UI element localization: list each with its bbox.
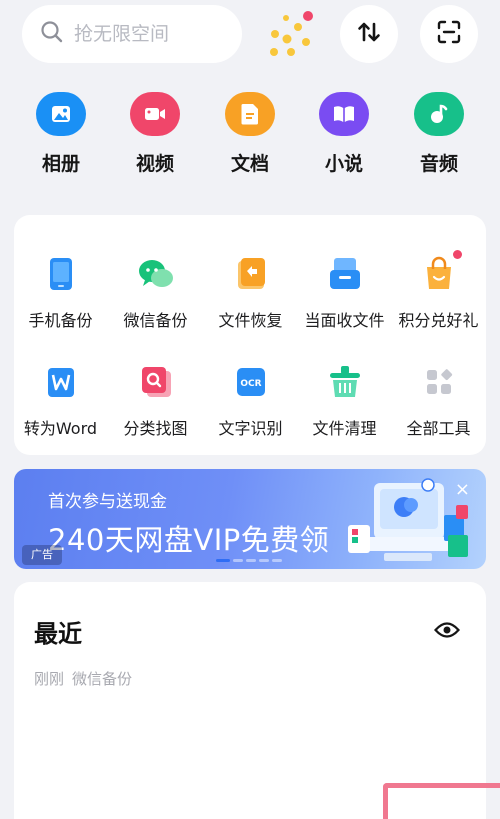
image-search-icon: [137, 363, 175, 401]
tool-label: 当面收文件: [304, 311, 385, 330]
search-icon: [40, 20, 64, 48]
search-input[interactable]: [74, 23, 224, 45]
tool-receive-files[interactable]: 当面收文件: [297, 255, 392, 331]
recent-item-source: 微信备份: [72, 670, 133, 688]
category-label: 小说: [324, 153, 363, 175]
promo-banner[interactable]: 首次参与送现金 240天网盘VIP免费领 × 广告: [14, 469, 486, 569]
tool-label: 文件恢复: [218, 311, 283, 330]
transfer-button[interactable]: [340, 5, 398, 63]
close-icon[interactable]: ×: [455, 479, 470, 500]
tool-label: 积分兑好礼: [398, 311, 479, 330]
all-tools-icon: [420, 363, 458, 401]
tool-label: 微信备份: [123, 311, 188, 330]
tool-label: 转为Word: [23, 419, 98, 438]
category-album[interactable]: 相册: [21, 92, 101, 176]
scan-icon: [436, 19, 462, 49]
banner-title: 240天网盘VIP免费领: [48, 523, 330, 557]
category-label: 相册: [41, 153, 80, 175]
tool-points-gift[interactable]: 积分兑好礼: [391, 250, 486, 331]
carousel-dot: [246, 559, 256, 562]
tool-convert-word[interactable]: 转为Word: [13, 363, 108, 439]
tool-file-restore[interactable]: 文件恢复: [203, 255, 298, 331]
carousel-dot: [259, 559, 269, 562]
recent-title: 最近: [34, 620, 82, 648]
ad-label: 广告: [22, 545, 62, 565]
category-video[interactable]: 视频: [115, 92, 195, 176]
phone-backup-icon: [42, 255, 80, 293]
wechat-backup-icon: [137, 255, 175, 293]
tool-wechat-backup[interactable]: 微信备份: [108, 255, 203, 331]
tool-label: 全部工具: [406, 419, 471, 438]
category-novel[interactable]: 小说: [304, 92, 384, 176]
video-icon: [130, 92, 180, 136]
scan-button[interactable]: [420, 5, 478, 63]
banner-subtitle: 首次参与送现金: [48, 492, 167, 512]
eye-icon[interactable]: [434, 620, 460, 644]
carousel-dot: [272, 559, 282, 562]
category-audio[interactable]: 音频: [399, 92, 479, 176]
tool-label: 手机备份: [28, 311, 93, 330]
tool-label: 文件清理: [312, 419, 377, 438]
category-label: 视频: [135, 153, 174, 175]
ocr-icon-text: OCR: [240, 379, 261, 389]
category-label: 音频: [419, 153, 458, 175]
word-convert-icon: [42, 363, 80, 401]
music-icon: [414, 92, 464, 136]
file-restore-icon: [232, 255, 270, 293]
inbox-icon: [326, 255, 364, 293]
tools-card: 手机备份 微信备份 文件恢复 当面收文件 积分兑好礼 转为Word 分类找图 O…: [14, 215, 486, 455]
carousel-indicator: [216, 559, 282, 562]
tool-ocr[interactable]: OCR 文字识别: [203, 363, 298, 439]
photo-album-icon: [36, 92, 86, 136]
selection-highlight: [383, 783, 500, 819]
clean-basket-icon: [326, 363, 364, 401]
coins-icon[interactable]: [262, 6, 318, 62]
carousel-dot: [233, 559, 243, 562]
book-icon: [319, 92, 369, 136]
tool-label: 文字识别: [218, 419, 283, 438]
tool-label: 分类找图: [123, 419, 188, 438]
search-bar[interactable]: [22, 5, 242, 63]
document-icon: [225, 92, 275, 136]
transfer-icon: [356, 19, 382, 49]
tool-phone-backup[interactable]: 手机备份: [13, 255, 108, 331]
category-document[interactable]: 文档: [210, 92, 290, 176]
tool-image-classify[interactable]: 分类找图: [108, 363, 203, 439]
notification-dot: [452, 250, 462, 259]
gift-bag-icon: [420, 250, 462, 293]
recent-item-time: 刚刚: [34, 670, 65, 688]
ocr-icon: OCR: [232, 363, 270, 401]
tool-all-tools[interactable]: 全部工具: [391, 363, 486, 439]
tool-file-clean[interactable]: 文件清理: [297, 363, 392, 439]
category-label: 文档: [230, 153, 269, 175]
carousel-dot-active: [216, 559, 230, 562]
recent-item[interactable]: 刚刚 微信备份: [34, 668, 132, 689]
